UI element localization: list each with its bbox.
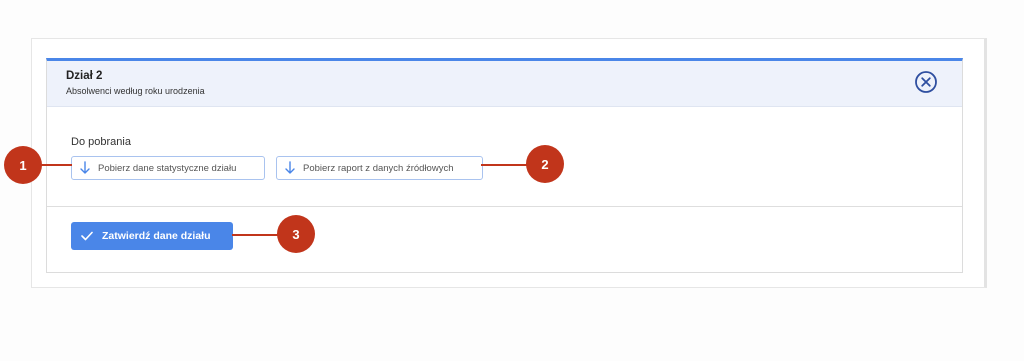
arrow-down-icon xyxy=(285,161,295,174)
divider xyxy=(47,206,962,207)
confirm-section-label: Zatwierdź dane działu xyxy=(102,230,211,242)
download-stats-label: Pobierz dane statystyczne działu xyxy=(98,162,237,174)
callout-badge-2: 2 xyxy=(526,145,564,183)
confirm-section-button[interactable]: Zatwierdź dane działu xyxy=(71,222,233,250)
panel-header: Dział 2 Absolwenci według roku urodzenia xyxy=(47,61,962,107)
downloads-label: Do pobrania xyxy=(71,136,131,148)
arrow-down-icon xyxy=(80,161,90,174)
callout-badge-3: 3 xyxy=(277,215,315,253)
download-report-button[interactable]: Pobierz raport z danych źródłowych xyxy=(276,156,483,180)
panel-subtitle: Absolwenci według roku urodzenia xyxy=(66,86,205,96)
close-button[interactable] xyxy=(914,70,938,94)
callout-line-1 xyxy=(40,164,72,166)
download-report-label: Pobierz raport z danych źródłowych xyxy=(303,162,454,174)
check-icon xyxy=(81,231,93,241)
close-circle-icon xyxy=(915,71,937,93)
download-stats-button[interactable]: Pobierz dane statystyczne działu xyxy=(71,156,265,180)
callout-line-3 xyxy=(232,234,280,236)
callout-line-2 xyxy=(481,164,529,166)
callout-badge-1: 1 xyxy=(4,146,42,184)
panel-title: Dział 2 xyxy=(66,70,103,82)
